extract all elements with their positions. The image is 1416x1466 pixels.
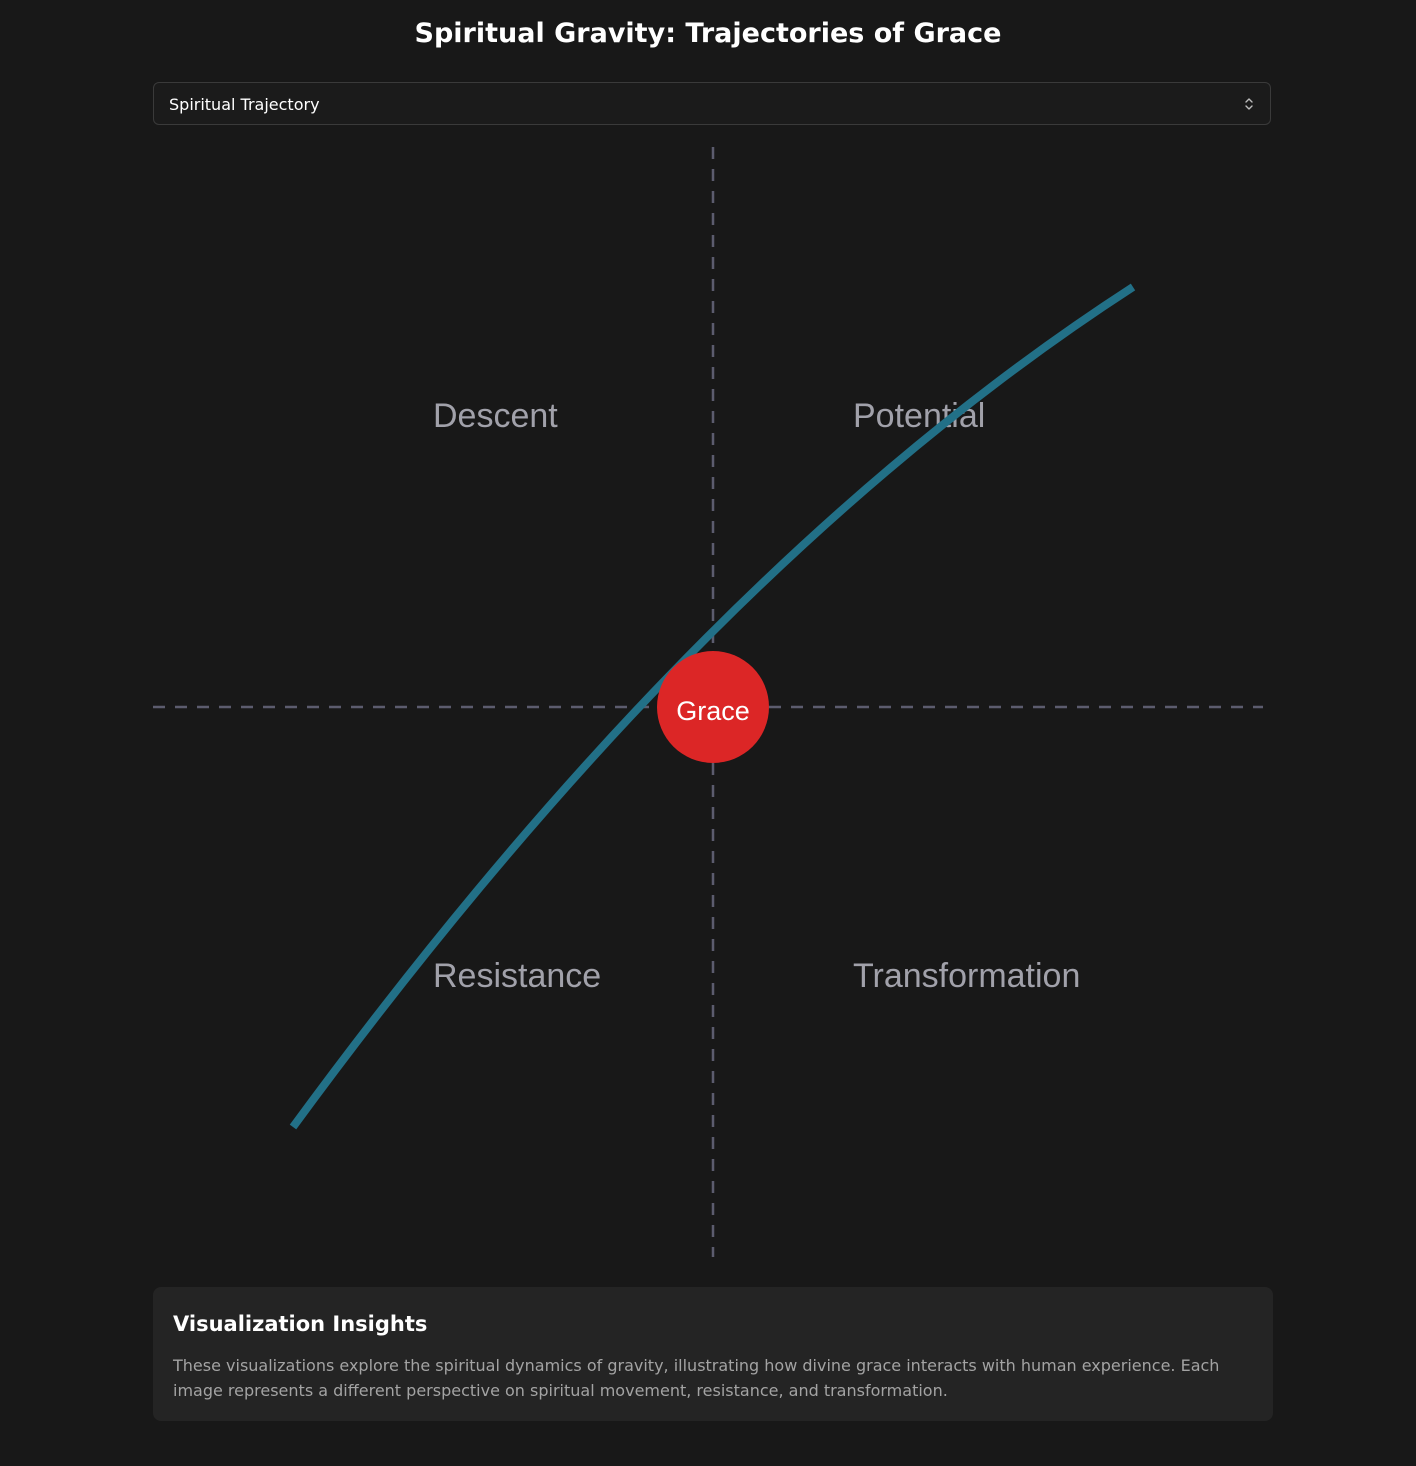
visualization-select[interactable]: Spiritual Trajectory — [153, 82, 1271, 125]
grace-label: Grace — [676, 696, 750, 726]
trajectory-diagram: Descent Potential Resistance Transformat… — [153, 147, 1263, 1257]
quadrant-label-resistance: Resistance — [433, 957, 601, 995]
page-title: Spiritual Gravity: Trajectories of Grace — [414, 18, 1002, 49]
visualization-select-value: Spiritual Trajectory — [169, 95, 320, 114]
quadrant-label-descent: Descent — [433, 397, 558, 435]
insights-text: These visualizations explore the spiritu… — [173, 1356, 1220, 1400]
chevron-up-down-icon — [1245, 98, 1253, 110]
insights-title: Visualization Insights — [173, 1312, 428, 1336]
quadrant-label-transformation: Transformation — [853, 957, 1080, 995]
insights-panel: Visualization Insights These visualizati… — [153, 1287, 1273, 1421]
